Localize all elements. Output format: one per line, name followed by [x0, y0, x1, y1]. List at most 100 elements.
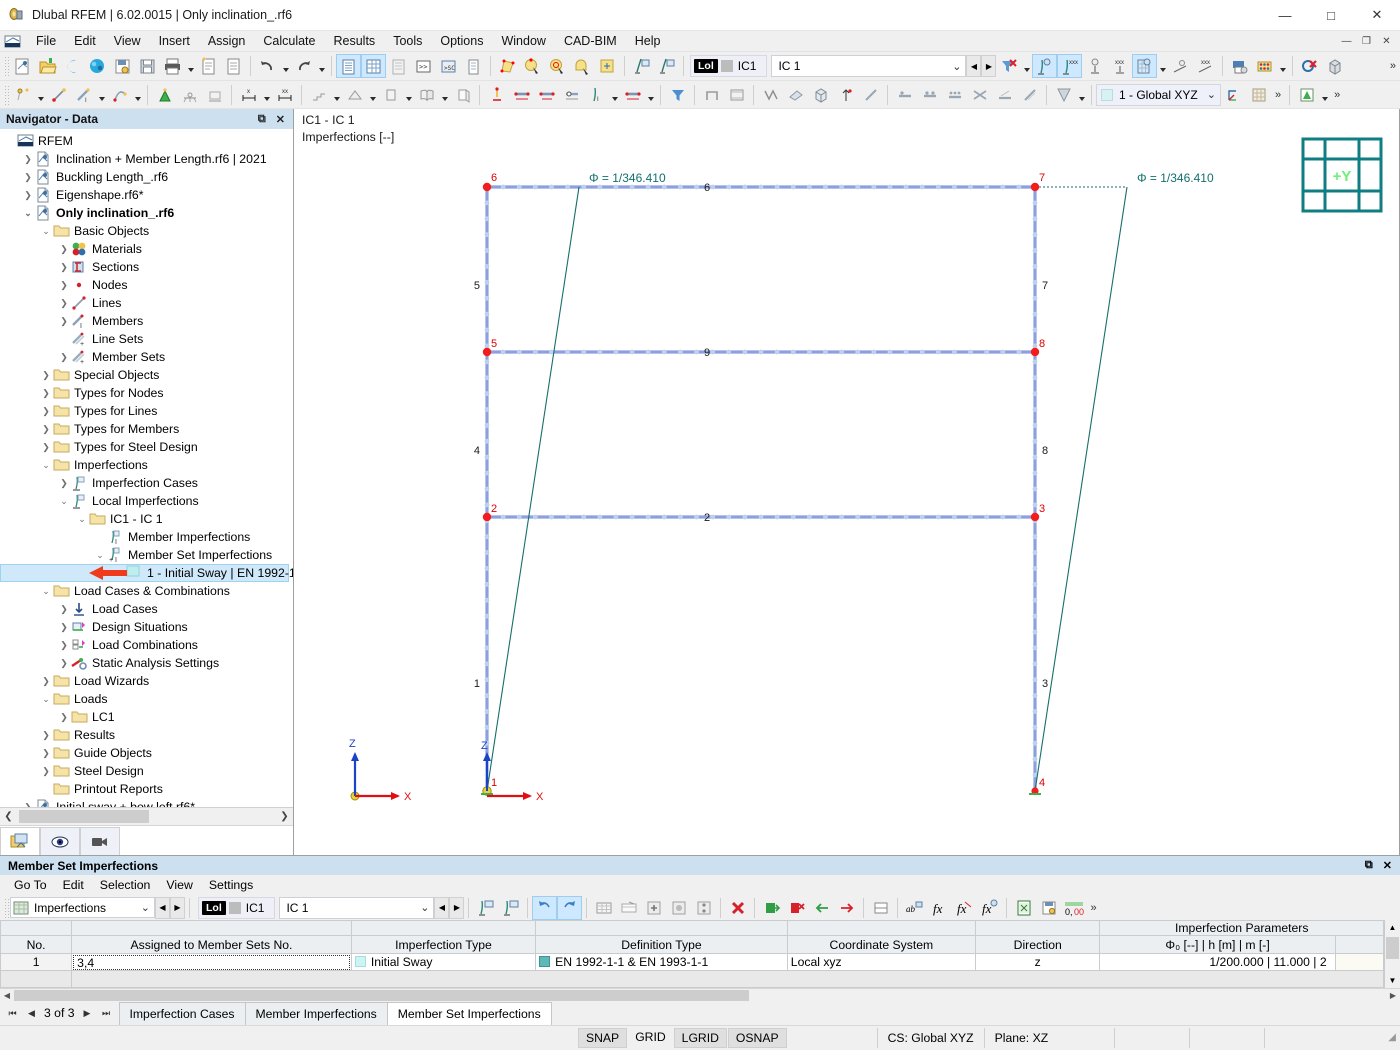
table-lc-next-button[interactable]: ▶	[449, 896, 465, 919]
chevron-right-icon[interactable]: ❯	[39, 370, 53, 381]
navigator-hscrollbar[interactable]: ❮ ❯	[0, 807, 293, 825]
undo-dropdown-arrow[interactable]	[280, 54, 291, 78]
select-special-icon[interactable]	[495, 54, 520, 78]
mirror-icon[interactable]	[783, 83, 808, 107]
display-navigator-tab[interactable]	[40, 827, 80, 855]
chevron-right-icon[interactable]: ❯	[39, 766, 53, 777]
member-dropdown-arrow[interactable]	[96, 83, 107, 107]
table-menu-go-to[interactable]: Go To	[6, 876, 55, 894]
snap-toggle-osnap[interactable]: OSNAP	[727, 1027, 787, 1048]
new-model-icon[interactable]	[10, 54, 35, 78]
table-menu-view[interactable]: View	[158, 876, 200, 894]
chevron-right-icon[interactable]: ❯	[21, 154, 35, 165]
hinge4-icon[interactable]	[967, 83, 992, 107]
pager-next-button[interactable]: ▶	[81, 1008, 94, 1019]
tree-item-local-imperfections[interactable]: ⌄ Local Imperfections	[0, 492, 293, 510]
toolbar2-overflow-button-2[interactable]: »	[1330, 89, 1344, 101]
tree-item-design-situations[interactable]: ❯ Design Situations	[0, 618, 293, 636]
building-dropdown-arrow[interactable]	[1157, 54, 1168, 78]
table-grid-icon[interactable]	[361, 54, 386, 78]
data-navigator-tab[interactable]	[0, 827, 40, 855]
calc-icon[interactable]	[1294, 83, 1319, 107]
dimension-dropdown-arrow[interactable]	[261, 83, 272, 107]
filter-x-icon[interactable]	[996, 54, 1021, 78]
chevron-right-icon[interactable]: ❯	[39, 730, 53, 741]
roof-icon[interactable]	[342, 83, 367, 107]
tree-item-load-combinations[interactable]: ❯ Load Combinations	[0, 636, 293, 654]
filter-dropdown-arrow[interactable]	[1021, 54, 1032, 78]
book-dropdown-arrow[interactable]	[439, 83, 450, 107]
frame-icon[interactable]	[699, 83, 724, 107]
grid-icon[interactable]	[1246, 83, 1271, 107]
chevron-right-icon[interactable]: ❯	[57, 316, 71, 327]
load-icon[interactable]	[1082, 54, 1107, 78]
imperfection-select-icon[interactable]	[473, 896, 498, 920]
col-blank[interactable]	[1334, 935, 1384, 955]
menu-item-window[interactable]: Window	[492, 32, 554, 50]
stair-dropdown-arrow[interactable]	[331, 83, 342, 107]
hscroll-left-arrow[interactable]: ❮	[0, 811, 17, 822]
menu-item-tools[interactable]: Tools	[384, 32, 431, 50]
wall-icon[interactable]	[450, 83, 475, 107]
chevron-right-icon[interactable]: ❯	[21, 172, 35, 183]
tree-item-members[interactable]: ❯ I Members	[0, 312, 293, 330]
pager-prev-button[interactable]: ◀	[25, 1008, 38, 1019]
table-panel-undock-icon[interactable]: ⧉	[1365, 859, 1373, 872]
chevron-right-icon[interactable]: ❯	[39, 676, 53, 687]
load-case-name-combo[interactable]: IC 1 ⌄	[771, 55, 967, 77]
menu-item-calculate[interactable]: Calculate	[254, 32, 324, 50]
line-tool-icon[interactable]	[858, 83, 883, 107]
cube-icon[interactable]	[808, 83, 833, 107]
abacus-icon[interactable]	[1252, 54, 1277, 78]
chevron-down-icon[interactable]: ⌄	[21, 208, 35, 219]
redo-icon[interactable]	[291, 54, 316, 78]
mdi-window-controls[interactable]: — ❐ ✕	[1337, 33, 1400, 50]
hinge1-icon[interactable]	[892, 83, 917, 107]
table-hscroll-right-arrow[interactable]: ▶	[1386, 991, 1400, 1000]
col-coordinate-system[interactable]: Coordinate System	[786, 935, 976, 955]
member-hinge-icon[interactable]	[559, 83, 584, 107]
col-assigned[interactable]: Assigned to Member Sets No.	[71, 935, 352, 955]
select-drag-icon[interactable]	[570, 54, 595, 78]
tree-item-line-sets[interactable]: + Line Sets	[0, 330, 293, 348]
table-object-selector[interactable]: Imperfections ⌄	[10, 897, 155, 919]
tree-item-member-set-imperfections[interactable]: ⌄ + I Member Set Imperfections	[0, 546, 293, 564]
tree-item-member-sets[interactable]: ❯ + Member Sets	[0, 348, 293, 366]
hinge6-icon[interactable]	[1017, 83, 1042, 107]
building-icon[interactable]	[1132, 54, 1158, 78]
record-pager[interactable]: ⏮ ◀ 3 of 3 ▶ ⏭	[0, 1001, 119, 1025]
menu-item-insert[interactable]: Insert	[150, 32, 199, 50]
chevron-right-icon[interactable]: ❯	[39, 442, 53, 453]
export-excel-icon[interactable]	[1011, 896, 1036, 920]
printer-blue-icon[interactable]	[1227, 54, 1252, 78]
table-lc-name-combo[interactable]: IC 1 ⌄	[279, 896, 435, 919]
member-set-icon[interactable]	[620, 83, 645, 107]
window-controls[interactable]: — □ ✕	[1262, 0, 1400, 31]
table-view-icon[interactable]	[591, 896, 616, 920]
load-case-selector[interactable]: Lol IC1	[690, 55, 768, 77]
script-icon[interactable]: >SC	[436, 54, 461, 78]
apply-green-icon[interactable]	[759, 896, 784, 920]
line-icon[interactable]	[46, 83, 71, 107]
panel-icon[interactable]	[461, 54, 486, 78]
menu-item-file[interactable]: File	[27, 32, 65, 50]
cell-blank[interactable]	[1334, 953, 1384, 972]
formula-settings-icon[interactable]: fx	[977, 896, 1002, 920]
next-case-button[interactable]: ▶	[981, 55, 997, 77]
member-set-dropdown-arrow[interactable]	[645, 83, 656, 107]
table-menu-edit[interactable]: Edit	[55, 876, 92, 894]
menu-item-assign[interactable]: Assign	[199, 32, 255, 50]
navigator-close-icon[interactable]: ✕	[276, 113, 285, 126]
maximize-button[interactable]: □	[1308, 0, 1354, 31]
menu-item-options[interactable]: Options	[431, 32, 492, 50]
tab-imperfection-cases[interactable]: Imperfection Cases	[118, 1002, 246, 1025]
assigned-member-sets-input[interactable]: 3,4	[73, 954, 350, 970]
views-navigator-tab[interactable]	[80, 827, 120, 855]
cs-chevron-down-icon[interactable]: ⌄	[1203, 88, 1220, 101]
snap-toggle-snap[interactable]: SNAP	[578, 1027, 628, 1048]
tree-item-load-wizards[interactable]: ❯ Load Wizards	[0, 672, 293, 690]
chevron-right-icon[interactable]: ❯	[57, 244, 71, 255]
mdi-minimize-button[interactable]: —	[1337, 33, 1356, 50]
mdi-restore-button[interactable]: ❐	[1357, 33, 1376, 50]
save-icon[interactable]	[135, 54, 160, 78]
